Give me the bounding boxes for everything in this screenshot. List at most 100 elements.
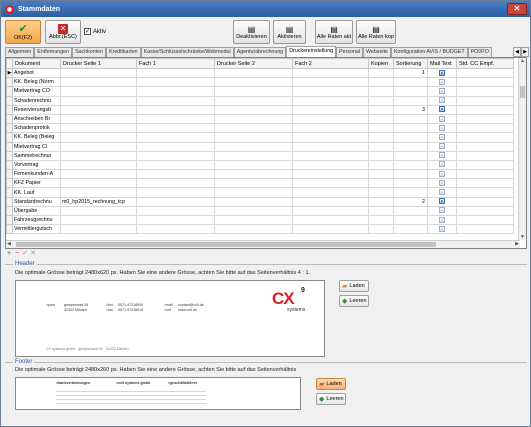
tab-personal[interactable]: Personal bbox=[336, 47, 364, 57]
cell-fach-1[interactable] bbox=[136, 86, 215, 97]
cell-dokument[interactable]: Standardrechnu bbox=[12, 196, 61, 207]
cell-drucker-seite-1[interactable] bbox=[60, 86, 137, 97]
cell-kopien[interactable] bbox=[368, 178, 394, 189]
table-row[interactable]: Schadenrechnu A bbox=[6, 95, 514, 106]
cell-kopien[interactable] bbox=[368, 77, 394, 88]
mail-text-icon[interactable]: A bbox=[439, 97, 445, 104]
tab-webseite[interactable]: Webseite bbox=[363, 47, 391, 57]
cell-fach-1[interactable] bbox=[136, 67, 215, 79]
cell-dokument[interactable]: Angebot bbox=[12, 67, 61, 79]
cell-std-cc-empf[interactable] bbox=[456, 95, 514, 106]
horizontal-scrollbar[interactable]: ◀ ▶ bbox=[6, 240, 520, 248]
cell-drucker-seite-2[interactable] bbox=[214, 150, 293, 161]
ok-button[interactable]: ✔ OK(F2) bbox=[5, 20, 41, 44]
scroll-up-icon[interactable]: ▲ bbox=[520, 58, 525, 64]
tab-kreditkarten[interactable]: Kreditkarten bbox=[106, 47, 141, 57]
cell-fach-2[interactable] bbox=[292, 214, 369, 226]
table-row[interactable]: Reservierungsb 3 A bbox=[6, 104, 514, 115]
column-header[interactable]: Sortierung bbox=[393, 58, 428, 69]
table-row[interactable]: Sammelrechnur A bbox=[6, 150, 514, 161]
cancel-button[interactable]: ✕ Abbr.(ESC) bbox=[45, 20, 81, 44]
cell-std-cc-empf[interactable] bbox=[456, 67, 514, 79]
cell-drucker-seite-1[interactable] bbox=[60, 159, 137, 171]
footer-clear-button[interactable]: ◆ Leeren bbox=[316, 393, 346, 405]
title-bar[interactable]: ◉ Stammdaten ✕ bbox=[1, 1, 530, 17]
cell-drucker-seite-1[interactable] bbox=[60, 104, 137, 115]
cell-dokument[interactable]: Firmenkunden-A bbox=[12, 169, 61, 180]
cell-sortierung[interactable] bbox=[393, 214, 428, 226]
cell-std-cc-empf[interactable] bbox=[456, 178, 514, 189]
add-record-icon[interactable]: + bbox=[5, 250, 13, 258]
cell-drucker-seite-1[interactable] bbox=[60, 214, 137, 226]
column-header[interactable]: Drucker Seite 2 bbox=[214, 58, 293, 69]
mail-text-icon[interactable]: A bbox=[439, 207, 445, 214]
table-row[interactable]: KK. Lauf A bbox=[6, 187, 514, 198]
cell-dokument[interactable]: KFZ Papier bbox=[12, 178, 61, 189]
delete-record-icon[interactable]: − bbox=[13, 250, 21, 258]
post-record-icon[interactable]: ✓ bbox=[21, 250, 29, 258]
activate-button[interactable]: ▤ Aktivieren bbox=[273, 20, 306, 44]
cell-drucker-seite-1[interactable] bbox=[60, 77, 137, 88]
cell-drucker-seite-2[interactable] bbox=[214, 123, 293, 134]
cell-kopien[interactable] bbox=[368, 214, 394, 226]
scroll-right-icon[interactable]: ▶ bbox=[515, 241, 519, 247]
cell-drucker-seite-2[interactable] bbox=[214, 95, 293, 106]
tab-poi[interactable]: POI/PO bbox=[467, 47, 492, 57]
mail-text-icon[interactable]: A bbox=[439, 106, 445, 113]
cell-fach-2[interactable] bbox=[292, 224, 369, 235]
table-row[interactable]: Fahrzeugrechnu A bbox=[6, 214, 514, 226]
cell-dokument[interactable]: Schadenprotok bbox=[12, 123, 61, 134]
cell-dokument[interactable]: Mietvertrag CO bbox=[12, 86, 61, 97]
cell-fach-2[interactable] bbox=[292, 205, 369, 217]
cell-fach-2[interactable] bbox=[292, 95, 369, 106]
table-row[interactable]: KK. Beleg (Beleg A bbox=[6, 132, 514, 143]
mail-text-icon[interactable]: A bbox=[439, 69, 445, 76]
cell-fach-1[interactable] bbox=[136, 132, 215, 143]
cell-drucker-seite-1[interactable] bbox=[60, 187, 137, 198]
mail-text-icon[interactable]: A bbox=[439, 216, 445, 223]
cell-mail-text[interactable]: A bbox=[427, 86, 457, 97]
cell-dokument[interactable]: Übergabe bbox=[12, 205, 61, 217]
cell-drucker-seite-2[interactable] bbox=[214, 214, 293, 226]
cell-drucker-seite-2[interactable] bbox=[214, 169, 293, 180]
cell-fach-1[interactable] bbox=[136, 169, 215, 180]
cell-sortierung[interactable] bbox=[393, 224, 428, 235]
cell-dokument[interactable]: Anschreiben Br bbox=[12, 113, 61, 125]
cell-drucker-seite-2[interactable] bbox=[214, 141, 293, 152]
column-header[interactable]: Fach 1 bbox=[136, 58, 215, 69]
cell-fach-1[interactable] bbox=[136, 123, 215, 134]
cell-drucker-seite-2[interactable] bbox=[214, 86, 293, 97]
table-row[interactable]: KFZ Papier A bbox=[6, 178, 514, 189]
table-row[interactable]: KK. Beleg (Norm A bbox=[6, 77, 514, 88]
cell-fach-2[interactable] bbox=[292, 113, 369, 125]
tab-agenturabrechnung[interactable]: Agenturabrechnung bbox=[233, 47, 287, 57]
cell-fach-1[interactable] bbox=[136, 187, 215, 198]
cell-sortierung[interactable]: 2 bbox=[393, 196, 428, 207]
cell-mail-text[interactable]: A bbox=[427, 150, 457, 161]
cell-kopien[interactable] bbox=[368, 123, 394, 134]
cell-std-cc-empf[interactable] bbox=[456, 205, 514, 217]
table-row[interactable]: Mietvertrag Cl A bbox=[6, 141, 514, 152]
mail-text-icon[interactable]: A bbox=[439, 170, 445, 177]
table-row[interactable]: Anschreiben Br A bbox=[6, 113, 514, 125]
cell-drucker-seite-1[interactable] bbox=[60, 141, 137, 152]
cell-std-cc-empf[interactable] bbox=[456, 150, 514, 161]
cell-fach-1[interactable] bbox=[136, 178, 215, 189]
cell-drucker-seite-1[interactable] bbox=[60, 67, 137, 79]
cell-fach-2[interactable] bbox=[292, 141, 369, 152]
cell-mail-text[interactable]: A bbox=[427, 67, 457, 79]
table-row[interactable]: Übergabe A bbox=[6, 205, 514, 217]
scroll-left-icon[interactable]: ◀ bbox=[7, 241, 11, 247]
cell-sortierung[interactable] bbox=[393, 77, 428, 88]
cell-kopien[interactable] bbox=[368, 159, 394, 171]
cell-drucker-seite-2[interactable] bbox=[214, 132, 293, 143]
cell-dokument[interactable]: KK. Beleg (Beleg bbox=[12, 132, 61, 143]
mail-text-icon[interactable]: A bbox=[439, 189, 445, 196]
cell-mail-text[interactable]: A bbox=[427, 178, 457, 189]
cell-drucker-seite-1[interactable] bbox=[60, 132, 137, 143]
mail-text-icon[interactable]: A bbox=[439, 179, 445, 186]
cell-fach-2[interactable] bbox=[292, 178, 369, 189]
tab-entfernungen[interactable]: Entfernungen bbox=[34, 47, 73, 57]
cell-std-cc-empf[interactable] bbox=[456, 214, 514, 226]
cell-sortierung[interactable] bbox=[393, 205, 428, 217]
